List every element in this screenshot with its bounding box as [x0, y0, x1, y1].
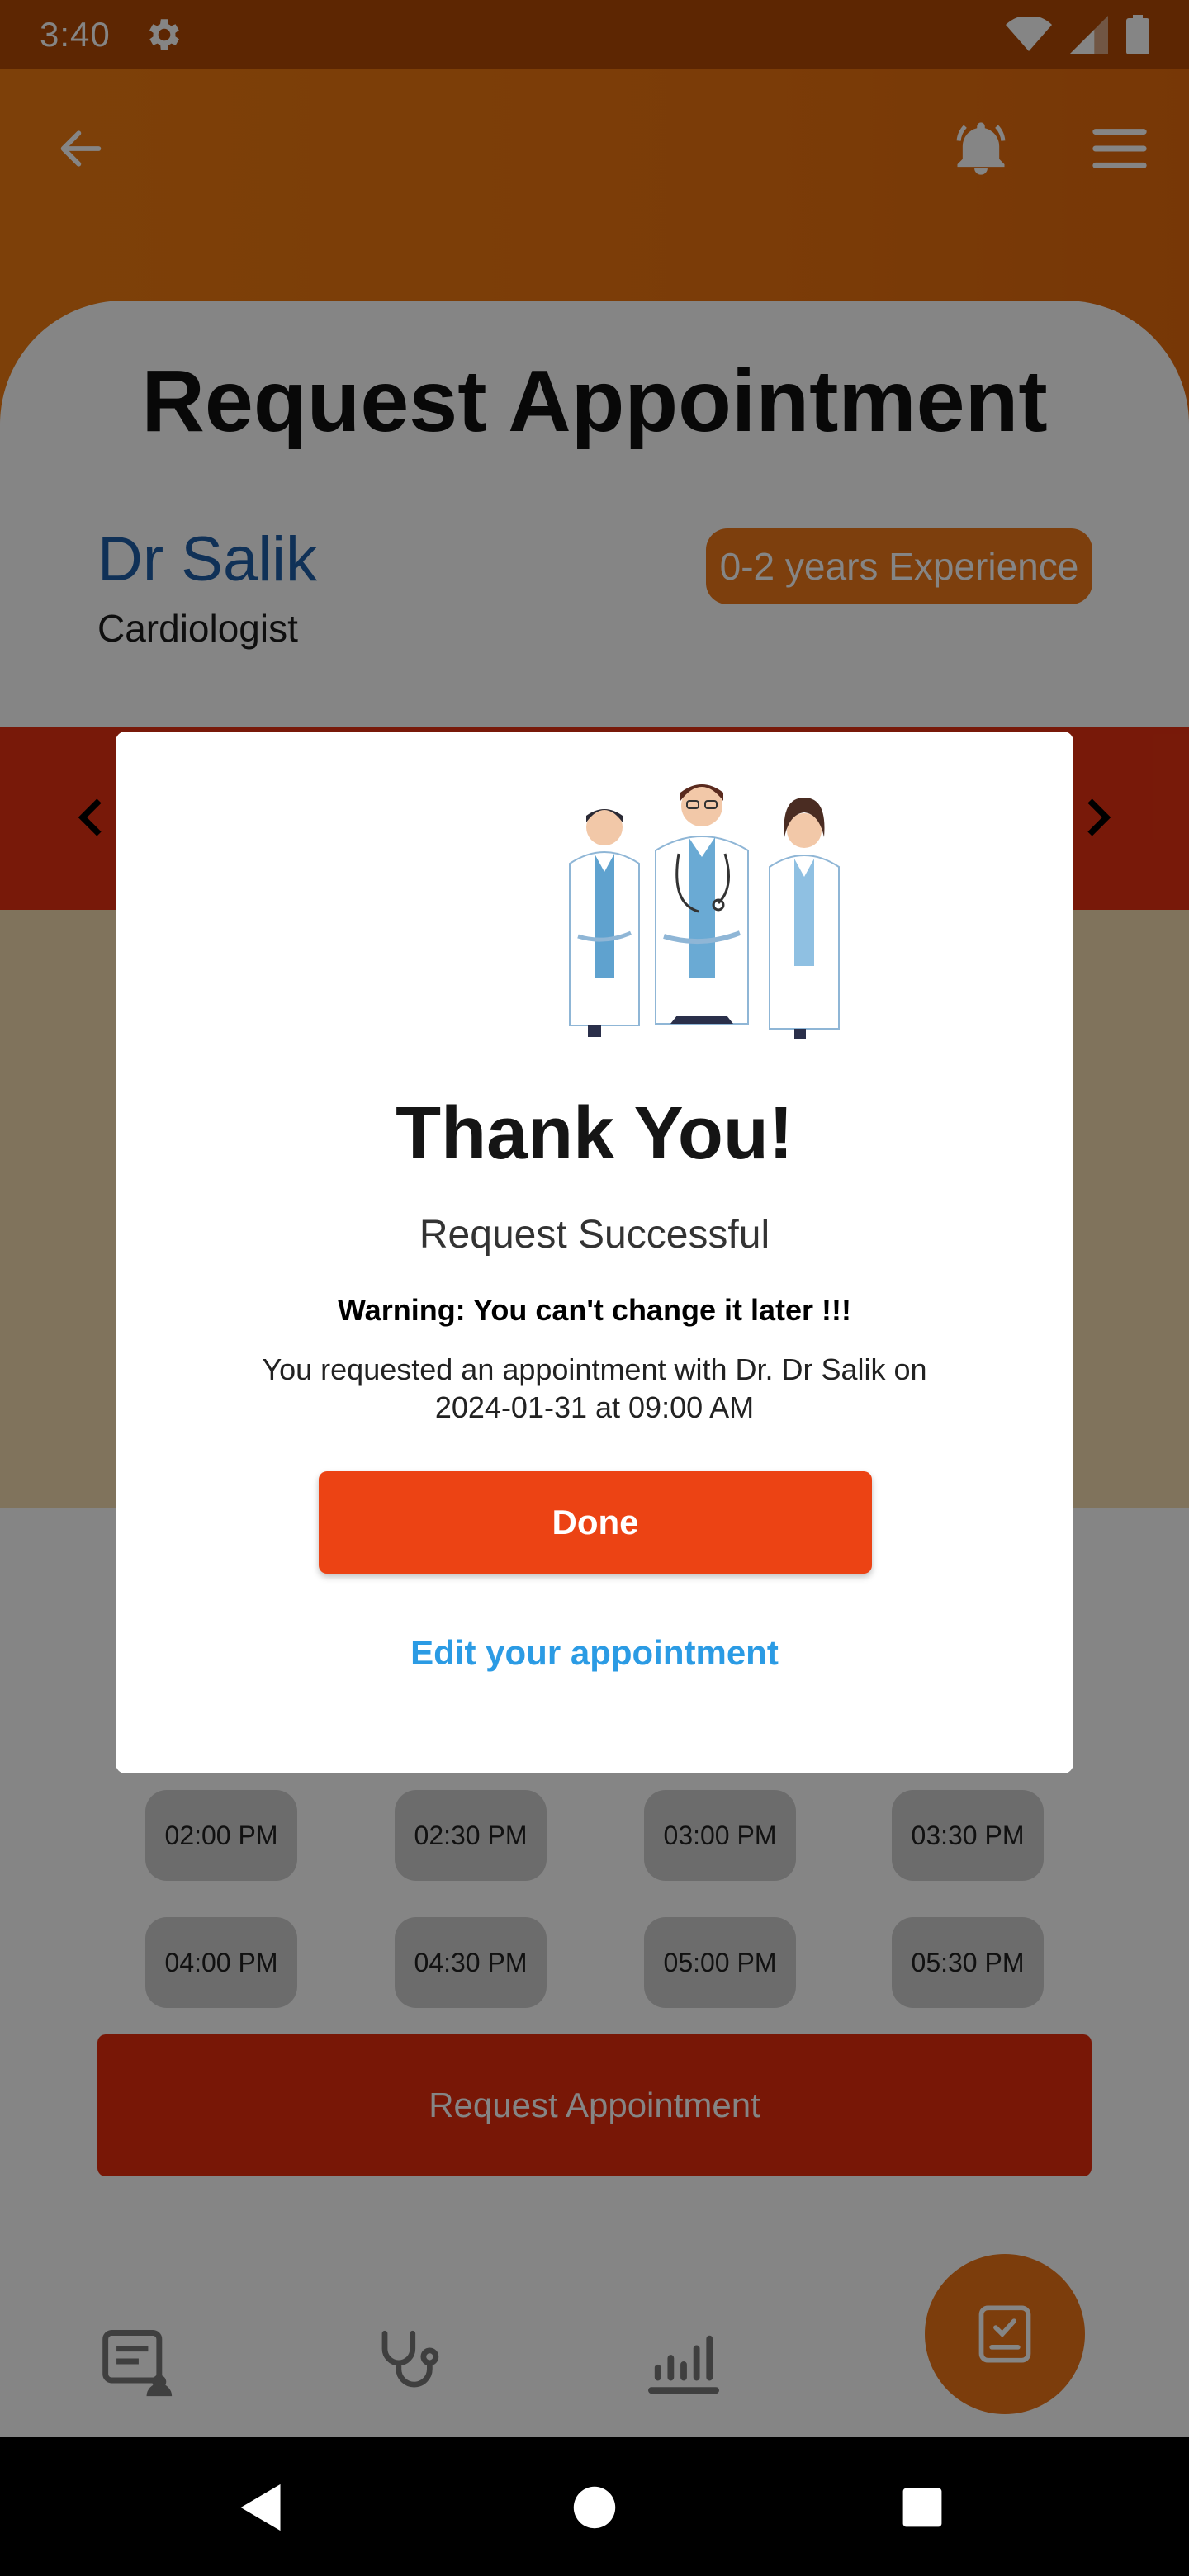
done-button[interactable]: Done: [319, 1471, 872, 1574]
success-dialog: Thank You! Request Successful Warning: Y…: [116, 732, 1073, 1773]
nav-recents-icon[interactable]: [885, 2470, 959, 2545]
edit-appointment-link[interactable]: Edit your appointment: [116, 1633, 1073, 1673]
doctors-illustration: [569, 784, 840, 1039]
nav-back-icon[interactable]: [225, 2470, 299, 2545]
dialog-message: You requested an appointment with Dr. Dr…: [262, 1352, 927, 1424]
dialog-subtitle: Request Successful: [419, 1213, 770, 1257]
system-navigation-bar: [0, 2437, 1189, 2576]
nav-home-icon[interactable]: [557, 2470, 632, 2545]
dialog-title: Thank You!: [396, 1092, 793, 1175]
dialog-warning: Warning: You can't change it later !!!: [338, 1293, 851, 1327]
